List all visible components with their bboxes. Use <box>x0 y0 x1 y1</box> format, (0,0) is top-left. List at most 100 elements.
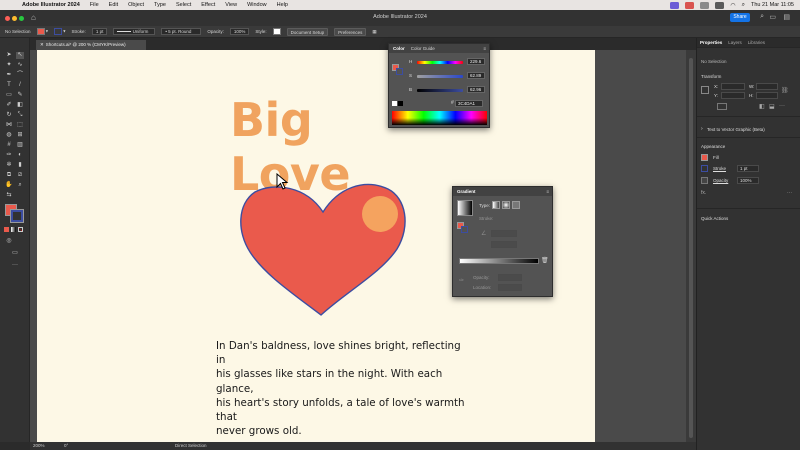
zoom-tool-icon[interactable]: ⌕ <box>16 182 24 189</box>
opacity-field[interactable]: 100% <box>229 28 250 35</box>
preferences-button[interactable]: Preferences <box>334 27 367 36</box>
tab-libraries[interactable]: Libraries <box>748 40 765 45</box>
menu-type[interactable]: Type <box>154 2 166 8</box>
gradient-slider[interactable] <box>459 258 539 264</box>
tab-properties[interactable]: Properties <box>700 40 722 45</box>
magic-wand-tool-icon[interactable]: ✦ <box>5 62 13 69</box>
gradient-tool-icon[interactable]: ▥ <box>16 142 24 149</box>
screen-mode-icon[interactable]: ▭ <box>11 250 19 257</box>
tray-display-icon[interactable] <box>700 1 710 9</box>
gradient-location-field[interactable] <box>498 284 522 291</box>
shaper-tool-icon[interactable]: ✐ <box>5 102 13 109</box>
flip-vertical-icon[interactable]: ⬓ <box>769 103 775 110</box>
search-help-icon[interactable]: ⌕ <box>760 13 764 21</box>
panel-menu-icon[interactable]: ≡ <box>546 189 549 194</box>
hue-slider[interactable] <box>417 61 463 64</box>
x-field[interactable] <box>721 83 745 90</box>
draw-mode-icon[interactable]: ◎ <box>5 238 13 245</box>
variable-width-profile[interactable]: Uniform <box>113 28 156 35</box>
line-tool-icon[interactable]: / <box>16 82 24 89</box>
flip-horizontal-icon[interactable]: ◧ <box>759 103 765 110</box>
direct-selection-tool-icon[interactable]: ↖ <box>16 52 24 59</box>
menu-help[interactable]: Help <box>277 2 288 8</box>
mesh-tool-icon[interactable]: # <box>5 142 13 149</box>
fx-icon[interactable]: fx. <box>701 190 706 196</box>
menu-window[interactable]: Window <box>247 2 267 8</box>
paintbrush-tool-icon[interactable]: ✎ <box>16 92 24 99</box>
reference-point-icon[interactable] <box>701 86 709 94</box>
blend-tool-icon[interactable]: ◐ <box>16 152 24 159</box>
minimize-window-icon[interactable] <box>12 15 17 21</box>
menu-object[interactable]: Object <box>128 2 144 8</box>
pen-tool-icon[interactable]: ✒ <box>5 72 13 79</box>
gradient-opacity-field[interactable] <box>498 274 522 281</box>
menu-file[interactable]: File <box>90 2 99 8</box>
saturation-slider[interactable] <box>417 75 463 78</box>
opacity-link[interactable]: Opacity <box>713 178 728 183</box>
hand-tool-icon[interactable]: ✋ <box>5 182 13 189</box>
perspective-grid-tool-icon[interactable]: ⊞ <box>16 132 24 139</box>
color-swap-icon[interactable]: ⇆ <box>5 192 13 199</box>
arrange-icon[interactable]: ▭ <box>769 13 776 21</box>
linear-gradient-icon[interactable] <box>492 201 500 209</box>
wifi-icon[interactable]: ◠ <box>730 2 735 9</box>
menu-view[interactable]: View <box>225 2 237 8</box>
constrain-proportions-icon[interactable]: ⛓ <box>781 87 789 94</box>
close-tab-icon[interactable]: ✕ <box>40 42 44 47</box>
h-value[interactable]: 229.6 <box>467 58 485 65</box>
symbol-sprayer-tool-icon[interactable]: ✲ <box>5 162 13 169</box>
scrollbar-thumb[interactable] <box>689 58 693 438</box>
b-value[interactable]: 62.96 <box>467 86 485 93</box>
shape-builder-tool-icon[interactable]: ◍ <box>5 132 13 139</box>
fill-swatch[interactable]: ▾ <box>36 28 48 35</box>
black-swatch[interactable] <box>398 101 403 106</box>
eyedropper-icon[interactable]: ✑ <box>459 277 464 284</box>
opacity-value-field[interactable]: 100% <box>737 177 759 184</box>
white-swatch[interactable] <box>392 101 397 106</box>
more-options-icon[interactable]: ··· <box>779 103 785 109</box>
aspect-ratio-field[interactable] <box>491 241 517 248</box>
apple-icon[interactable] <box>8 1 16 9</box>
tray-battery-icon[interactable] <box>715 1 725 9</box>
appearance-stroke-swatch[interactable] <box>701 165 708 172</box>
home-icon[interactable]: ⌂ <box>31 13 36 22</box>
menu-app-name[interactable]: Adobe Illustrator 2024 <box>22 2 80 8</box>
clock[interactable]: Thu 21 Mar 11:05 <box>751 2 794 8</box>
poem-text[interactable]: In Dan's baldness, love shines bright, r… <box>216 339 466 438</box>
gradient-stroke-swatch[interactable] <box>461 226 468 233</box>
s-value[interactable]: 62.89 <box>467 72 485 79</box>
rotate-tool-icon[interactable]: ↻ <box>5 112 13 119</box>
y-field[interactable] <box>721 92 745 99</box>
gradient-mode-icon[interactable] <box>11 227 16 232</box>
angle-field[interactable] <box>491 230 517 237</box>
graphic-style-swatch[interactable] <box>272 28 281 35</box>
gradient-preview-swatch[interactable] <box>457 200 473 216</box>
appearance-fill-swatch[interactable] <box>701 154 708 161</box>
zoom-level[interactable]: 200% <box>33 442 45 450</box>
more-appearance-icon[interactable]: ··· <box>787 190 792 196</box>
tray-record-icon[interactable] <box>685 1 695 9</box>
text-to-vector-section[interactable]: Text to Vector Graphic (Beta) <box>707 127 765 132</box>
tab-color-guide[interactable]: Color Guide <box>411 46 435 51</box>
rotation-view[interactable]: 0° <box>64 442 68 450</box>
rectangle-tool-icon[interactable]: ▭ <box>5 92 13 99</box>
stroke-weight-field[interactable]: 1 pt <box>91 28 108 35</box>
document-setup-button[interactable]: Document Setup <box>286 27 329 36</box>
chevron-right-icon[interactable]: › <box>701 126 703 132</box>
share-button[interactable]: Share <box>730 13 750 22</box>
panel-stroke-swatch[interactable] <box>396 68 403 75</box>
menu-edit[interactable]: Edit <box>109 2 118 8</box>
selection-tool-icon[interactable]: ➤ <box>5 52 13 59</box>
stroke-color-box[interactable] <box>10 209 24 223</box>
hex-field[interactable]: 3C4DA1 <box>455 100 483 107</box>
arrange-documents-icon[interactable]: ▦ <box>372 29 376 35</box>
width-tool-icon[interactable]: ⋈ <box>5 122 13 129</box>
scale-tool-icon[interactable]: ⤡ <box>16 112 24 119</box>
search-icon[interactable]: ⌕ <box>742 2 745 9</box>
menu-effect[interactable]: Effect <box>201 2 215 8</box>
workspace-icon[interactable]: ▤ <box>783 13 790 21</box>
rotate-field[interactable] <box>717 103 727 110</box>
type-tool-icon[interactable]: T <box>5 82 13 89</box>
stroke-weight-field[interactable]: 1 pt <box>737 165 759 172</box>
brush-definition[interactable]: • 5 pt. Round <box>161 28 202 35</box>
